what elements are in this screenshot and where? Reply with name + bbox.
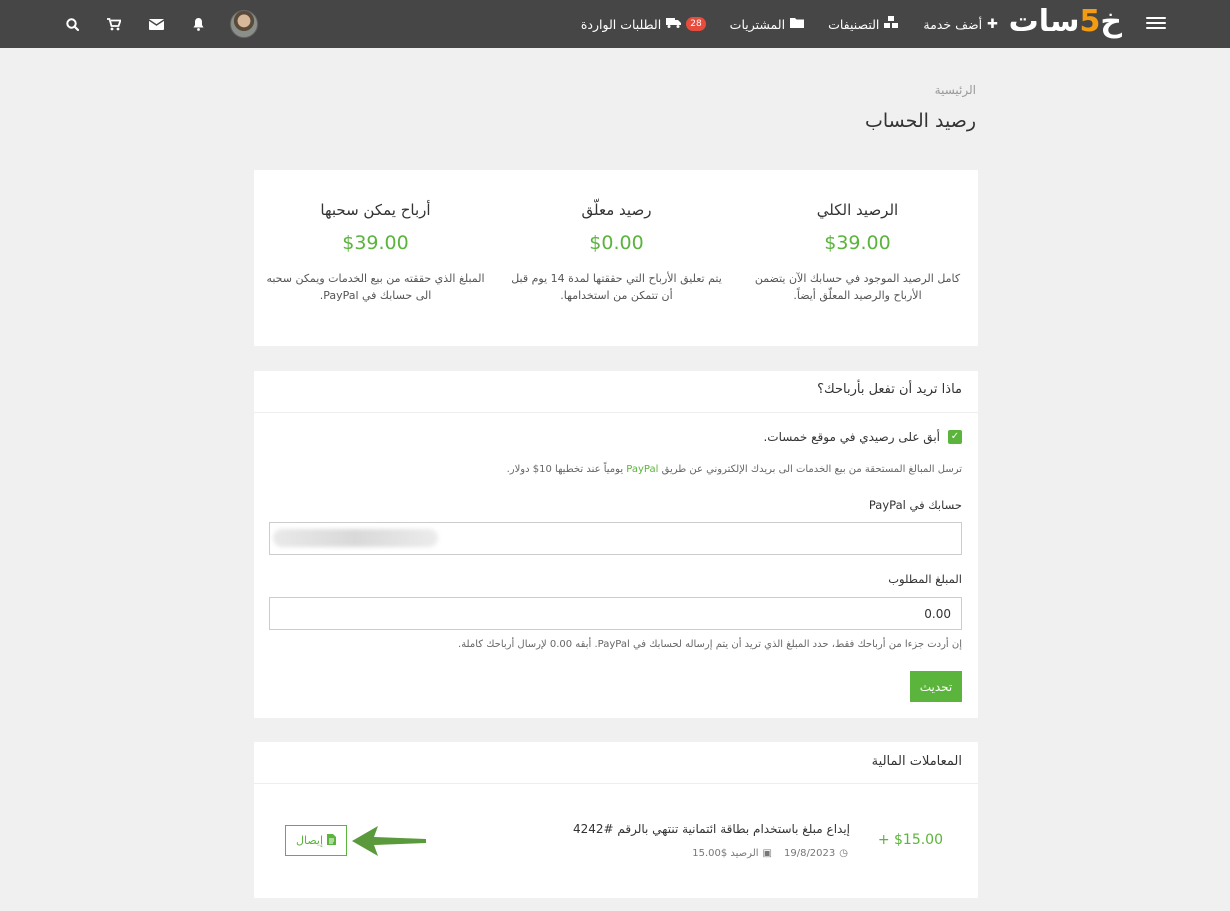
paypal-account-label: حسابك في PayPal xyxy=(868,498,962,512)
balance-description: المبلغ الذي حققته من بيع الخدمات ويمكن س… xyxy=(266,272,485,302)
transaction-description: إيداع مبلغ باستخدام بطاقة ائتمانية تنتهي… xyxy=(572,822,850,836)
nav-purchases[interactable]: المشتريات xyxy=(730,17,805,32)
withdrawable-balance-column: أرباح يمكن سحبها $39.00 المبلغ الذي حققت… xyxy=(255,170,496,304)
avatar[interactable] xyxy=(230,10,258,38)
top-navbar: خ5سات ✚ أضف خدمة التصنيفات المشتريات 28 … xyxy=(0,0,1230,48)
balance-title: رصيد معلّق xyxy=(581,201,652,219)
amount-input[interactable] xyxy=(269,597,962,630)
search-icon[interactable] xyxy=(62,14,82,34)
money-icon: ▣ xyxy=(762,848,772,859)
balance-summary-card: الرصيد الكلي $39.00 كامل الرصيد الموجود … xyxy=(254,170,978,346)
plus-icon: ✚ xyxy=(987,16,998,32)
transactions-heading: المعاملات المالية xyxy=(254,742,978,784)
paypal-link[interactable]: PayPal xyxy=(626,464,658,475)
payout-note: ترسل المبالغ المستحقة من بيع الخدمات الى… xyxy=(506,464,962,475)
balance-amount: $39.00 xyxy=(342,232,409,254)
amount-label: المبلغ المطلوب xyxy=(888,572,962,586)
keep-balance-option[interactable]: ✓ أبق على رصيدي في موقع خمسات. xyxy=(763,430,962,444)
page-title: رصيد الحساب xyxy=(864,110,976,132)
orders-count-badge: 28 xyxy=(686,17,706,31)
nav-add-service[interactable]: ✚ أضف خدمة xyxy=(923,17,998,32)
transaction-balance: ▣الرصيد $15.00 xyxy=(692,848,772,859)
update-button[interactable]: تحديث xyxy=(910,671,962,702)
pending-balance-column: رصيد معلّق $0.00 يتم تعليق الأرباح التي … xyxy=(496,170,737,304)
clock-icon: ◷ xyxy=(839,848,848,859)
site-logo[interactable]: خ5سات xyxy=(1009,4,1122,39)
truck-icon xyxy=(666,17,682,32)
transactions-card: المعاملات المالية + $15.00 إيداع مبلغ با… xyxy=(254,742,978,898)
balance-description: كامل الرصيد الموجود في حسابك الآن يتضمن … xyxy=(754,272,961,302)
keep-balance-checkbox[interactable]: ✓ xyxy=(948,430,962,444)
pointer-arrow-icon xyxy=(352,826,426,856)
nav-categories[interactable]: التصنيفات xyxy=(828,15,899,33)
cubes-icon xyxy=(884,15,899,33)
nav-incoming-orders[interactable]: 28 الطلبات الواردة xyxy=(581,17,706,32)
earnings-settings-card: ماذا تريد أن تفعل بأرباحك؟ ✓ أبق على رصي… xyxy=(254,371,978,718)
transaction-date: ◷19/8/2023 xyxy=(783,848,848,859)
hamburger-menu-icon[interactable] xyxy=(1146,14,1166,32)
transaction-amount: + $15.00 xyxy=(877,832,943,848)
balance-description: يتم تعليق الأرباح التي حققتها لمدة 14 يو… xyxy=(511,272,722,302)
breadcrumb[interactable]: الرئيسية xyxy=(935,83,976,97)
balance-amount: $39.00 xyxy=(824,232,891,254)
transaction-meta: ◷19/8/2023 ▣الرصيد $15.00 xyxy=(692,848,848,859)
receipt-button[interactable]: إيصال xyxy=(285,825,347,856)
total-balance-column: الرصيد الكلي $39.00 كامل الرصيد الموجود … xyxy=(737,170,978,304)
bell-icon[interactable] xyxy=(188,14,208,34)
cart-icon[interactable] xyxy=(104,14,124,34)
keep-balance-label: أبق على رصيدي في موقع خمسات. xyxy=(763,430,940,444)
folder-icon xyxy=(790,17,805,32)
balance-amount: $0.00 xyxy=(589,232,644,254)
balance-title: أرباح يمكن سحبها xyxy=(320,201,431,219)
file-icon xyxy=(327,833,337,848)
earnings-heading: ماذا تريد أن تفعل بأرباحك؟ xyxy=(254,371,978,413)
envelope-icon[interactable] xyxy=(146,14,166,34)
amount-hint: إن أردت جزءا من أرباحك فقط، حدد المبلغ ا… xyxy=(458,639,962,650)
balance-title: الرصيد الكلي xyxy=(816,201,899,219)
redacted-paypal-email xyxy=(273,529,438,547)
